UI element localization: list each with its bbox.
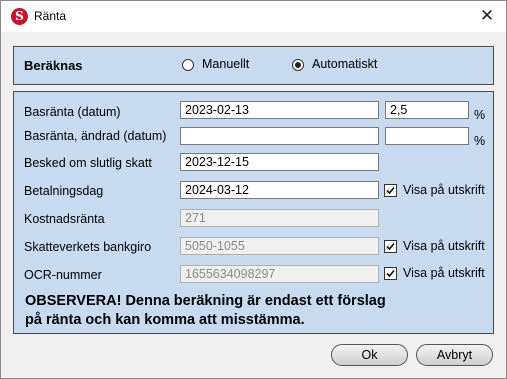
ocr-input: 1655634098297 [180, 265, 379, 283]
warning-line-1: OBSERVERA! Denna beräkning är endast ett… [25, 293, 386, 309]
kostnadsranta-input: 271 [180, 209, 379, 227]
dialog-window: S Ränta ✕ Beräknas Manuellt Automatiskt … [0, 0, 507, 379]
basranta-label: Basränta (datum) [24, 105, 121, 119]
ok-button[interactable]: Ok [331, 344, 408, 366]
cancel-button[interactable]: Avbryt [416, 344, 493, 366]
besked-date-input[interactable]: 2023-12-15 [180, 153, 379, 171]
window-title: Ränta [34, 9, 67, 23]
app-logo-icon: S [11, 8, 28, 25]
basranta-andrad-date-input[interactable] [180, 127, 379, 145]
bankgiro-print-label[interactable]: Visa på utskrift [403, 239, 485, 253]
bankgiro-print-checkbox[interactable] [384, 240, 397, 253]
calc-mode-label: Beräknas [24, 58, 83, 73]
radio-automatiskt-label[interactable]: Automatiskt [312, 57, 377, 71]
close-icon[interactable]: ✕ [474, 4, 500, 28]
basranta-percent-unit: % [474, 108, 486, 122]
radio-automatiskt[interactable] [292, 59, 304, 71]
ocr-print-checkbox[interactable] [384, 267, 397, 280]
betalningsdag-print-checkbox[interactable] [384, 184, 397, 197]
basranta-andrad-label: Basränta, ändrad (datum) [24, 129, 167, 143]
bankgiro-input: 5050-1055 [180, 237, 379, 255]
calc-mode-panel: Beräknas Manuellt Automatiskt [13, 46, 494, 85]
basranta-date-input[interactable]: 2023-02-13 [180, 101, 379, 119]
radio-manuellt[interactable] [182, 59, 194, 71]
radio-manuellt-label[interactable]: Manuellt [202, 57, 249, 71]
warning-notice: OBSERVERA! Denna beräkning är endast ett… [25, 292, 386, 330]
betalningsdag-label: Betalningsdag [24, 184, 104, 198]
basranta-andrad-percent-unit: % [474, 134, 486, 148]
bankgiro-label: Skatteverkets bankgiro [24, 240, 152, 254]
besked-label: Besked om slutlig skatt [24, 156, 152, 170]
ocr-print-label[interactable]: Visa på utskrift [403, 266, 485, 280]
betalningsdag-date-input[interactable]: 2024-03-12 [180, 181, 379, 199]
title-bar[interactable]: S Ränta ✕ [1, 1, 506, 32]
basranta-andrad-percent-input[interactable] [385, 127, 469, 145]
betalningsdag-print-label[interactable]: Visa på utskrift [403, 183, 485, 197]
warning-line-2: på ränta och kan komma att misstämma. [25, 312, 305, 328]
kostnadsranta-label: Kostnadsränta [24, 212, 105, 226]
dialog-content: Beräknas Manuellt Automatiskt Basränta (… [1, 32, 506, 378]
ocr-label: OCR-nummer [24, 268, 102, 282]
basranta-percent-input[interactable]: 2,5 [385, 101, 469, 119]
